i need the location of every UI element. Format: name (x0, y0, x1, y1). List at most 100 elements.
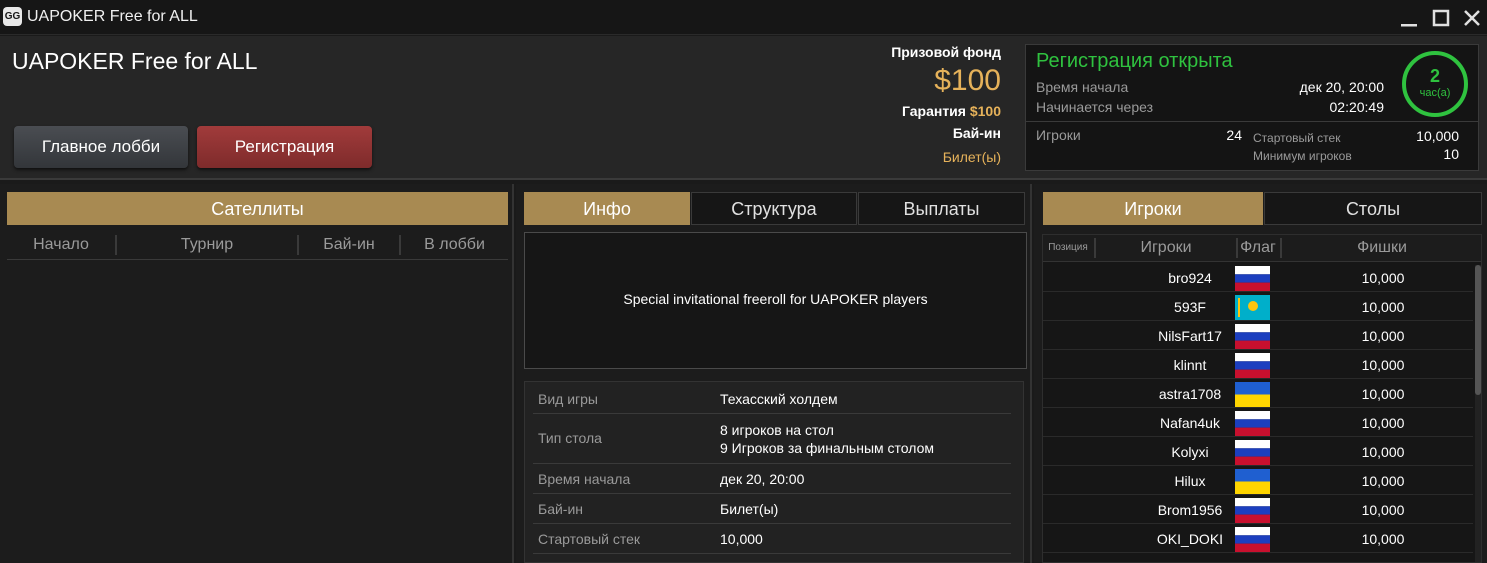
player-row[interactable]: Hilux 10,000 (1043, 467, 1473, 495)
tournament-description: Special invitational freeroll for UAPOKE… (524, 232, 1027, 369)
prize-pool-value: $100 (934, 64, 1001, 97)
col-buyin[interactable]: Бай-ин (299, 232, 399, 258)
min-players-label: Минимум игроков (1253, 149, 1352, 163)
minimize-icon[interactable] (1398, 7, 1420, 29)
player-row[interactable]: astra1708 10,000 (1043, 380, 1473, 408)
countdown-value: 02:20:49 (1329, 99, 1385, 115)
info-value: Техасский холдем (720, 391, 838, 407)
starting-stack-label: Стартовый стек (1253, 131, 1341, 145)
player-chips: 10,000 (1361, 531, 1405, 547)
info-key: Время начала (538, 471, 631, 487)
buyin-value: Билет(ы) (942, 149, 1001, 165)
prize-pool-label: Призовой фонд (891, 44, 1001, 60)
player-chips: 10,000 (1361, 386, 1405, 402)
info-value: 10,000 (720, 531, 763, 547)
russia-flag-icon (1235, 411, 1270, 436)
tab-players[interactable]: Игроки (1043, 192, 1263, 225)
info-row: Вид игры Техасский холдем (533, 384, 1011, 414)
players-scrollbar[interactable] (1475, 265, 1481, 562)
start-time-value: дек 20, 20:00 (1299, 79, 1384, 95)
tab-payouts[interactable]: Выплаты (858, 192, 1025, 225)
info-row: Тип стола 8 игроков на стол 9 Игроков за… (533, 414, 1011, 464)
russia-flag-icon (1235, 498, 1270, 523)
register-button[interactable]: Регистрация (197, 126, 372, 168)
buyin-label: Бай-ин (952, 125, 1001, 141)
russia-flag-icon (1235, 527, 1270, 552)
tab-satellites[interactable]: Сателлиты (7, 192, 508, 225)
guarantee-label: Гарантия (901, 103, 966, 119)
maximize-icon[interactable] (1430, 7, 1452, 29)
kazakhstan-flag-icon (1235, 295, 1270, 320)
app-logo-icon: GG (3, 7, 22, 26)
player-chips: 10,000 (1361, 502, 1405, 518)
scrollbar-thumb[interactable] (1475, 265, 1481, 395)
info-value: дек 20, 20:00 (720, 471, 805, 487)
players-count: 24 (1226, 127, 1242, 143)
col-tournament[interactable]: Турнир (117, 232, 297, 258)
col-in-lobby[interactable]: В лобби (401, 232, 508, 258)
players-list: Позиция Игроки Флаг Фишки bro924 10,000 59… (1042, 234, 1482, 563)
russia-flag-icon (1235, 266, 1270, 291)
player-row[interactable]: bro924 10,000 (1043, 264, 1473, 292)
info-row: Бай-ин Билет(ы) (533, 494, 1011, 524)
starts-in-label: Начинается через (1036, 99, 1154, 115)
players-list-header: Позиция Игроки Флаг Фишки (1043, 235, 1481, 262)
russia-flag-icon (1235, 353, 1270, 378)
players-panel: Игроки Столы Позиция Игроки Флаг Фишки b… (1034, 184, 1487, 563)
player-chips: 10,000 (1361, 270, 1405, 286)
tab-info[interactable]: Инфо (524, 192, 690, 225)
tournament-title: UAPOKER Free for ALL (12, 48, 258, 74)
russia-flag-icon (1235, 324, 1270, 349)
col-players[interactable]: Игроки (1096, 235, 1236, 261)
info-key: Бай-ин (538, 501, 584, 517)
player-row[interactable]: Brom1956 10,000 (1043, 496, 1473, 524)
player-chips: 10,000 (1361, 357, 1405, 373)
min-players-value: 10 (1443, 146, 1459, 162)
main-lobby-button[interactable]: Главное лобби (14, 126, 188, 168)
divider (1026, 121, 1478, 122)
col-position[interactable]: Позиция (1043, 235, 1093, 261)
close-icon[interactable] (1461, 7, 1483, 29)
window-title: UAPOKER Free for ALL (27, 8, 198, 25)
player-row[interactable]: OKI_DOKI 10,000 (1043, 525, 1473, 553)
col-flag[interactable]: Флаг (1238, 235, 1278, 261)
player-row[interactable]: klinnt 10,000 (1043, 351, 1473, 379)
registration-box: Регистрация открыта Время начала дек 20,… (1025, 44, 1479, 171)
title-bar: GG UAPOKER Free for ALL (0, 0, 1487, 35)
player-chips: 10,000 (1361, 299, 1405, 315)
player-row[interactable]: Kolyxi 10,000 (1043, 438, 1473, 466)
satellites-panel: Сателлиты Начало Турнир Бай-ин В лобби (0, 184, 514, 563)
russia-flag-icon (1235, 440, 1270, 465)
info-value-secondary: 9 Игроков за финальным столом (720, 440, 935, 456)
starting-stack-value: 10,000 (1416, 128, 1459, 144)
info-key: Стартовый стек (538, 531, 641, 547)
info-row: Время начала дек 20, 20:00 (533, 464, 1011, 494)
player-row[interactable]: Nafan4uk 10,000 (1043, 409, 1473, 437)
ukraine-flag-icon (1235, 382, 1270, 407)
info-value: 8 игроков на стол (720, 422, 834, 438)
countdown-circle: 2 час(а) (1402, 51, 1468, 117)
satellites-header: Начало Турнир Бай-ин В лобби (7, 232, 508, 260)
start-time-label: Время начала (1036, 79, 1129, 95)
col-start[interactable]: Начало (7, 232, 115, 258)
info-key: Вид игры (538, 391, 598, 407)
countdown-number: 2 (1429, 66, 1440, 86)
registration-status: Регистрация открыта (1036, 50, 1233, 72)
tab-tables[interactable]: Столы (1264, 192, 1482, 225)
player-chips: 10,000 (1361, 415, 1405, 431)
tab-structure[interactable]: Структура (691, 192, 857, 225)
info-value: Билет(ы) (720, 501, 779, 517)
player-chips: 10,000 (1361, 328, 1405, 344)
col-chips[interactable]: Фишки (1282, 235, 1481, 261)
ukraine-flag-icon (1235, 469, 1270, 494)
info-key: Тип стола (538, 430, 602, 446)
info-panel: Инфо Структура Выплаты Special invitatio… (516, 184, 1032, 563)
player-chips: 10,000 (1361, 473, 1405, 489)
player-row[interactable]: 593F 10,000 (1043, 293, 1473, 321)
countdown-unit: час(а) (1419, 87, 1451, 99)
player-row[interactable]: NilsFart17 10,000 (1043, 322, 1473, 350)
guarantee-value: $100 (969, 103, 1001, 119)
info-row: Стартовый стек 10,000 (533, 524, 1011, 554)
guarantee-row: Гарантия $100 (902, 103, 1001, 119)
tournament-header: UAPOKER Free for ALL Главное лобби Регис… (0, 36, 1487, 180)
